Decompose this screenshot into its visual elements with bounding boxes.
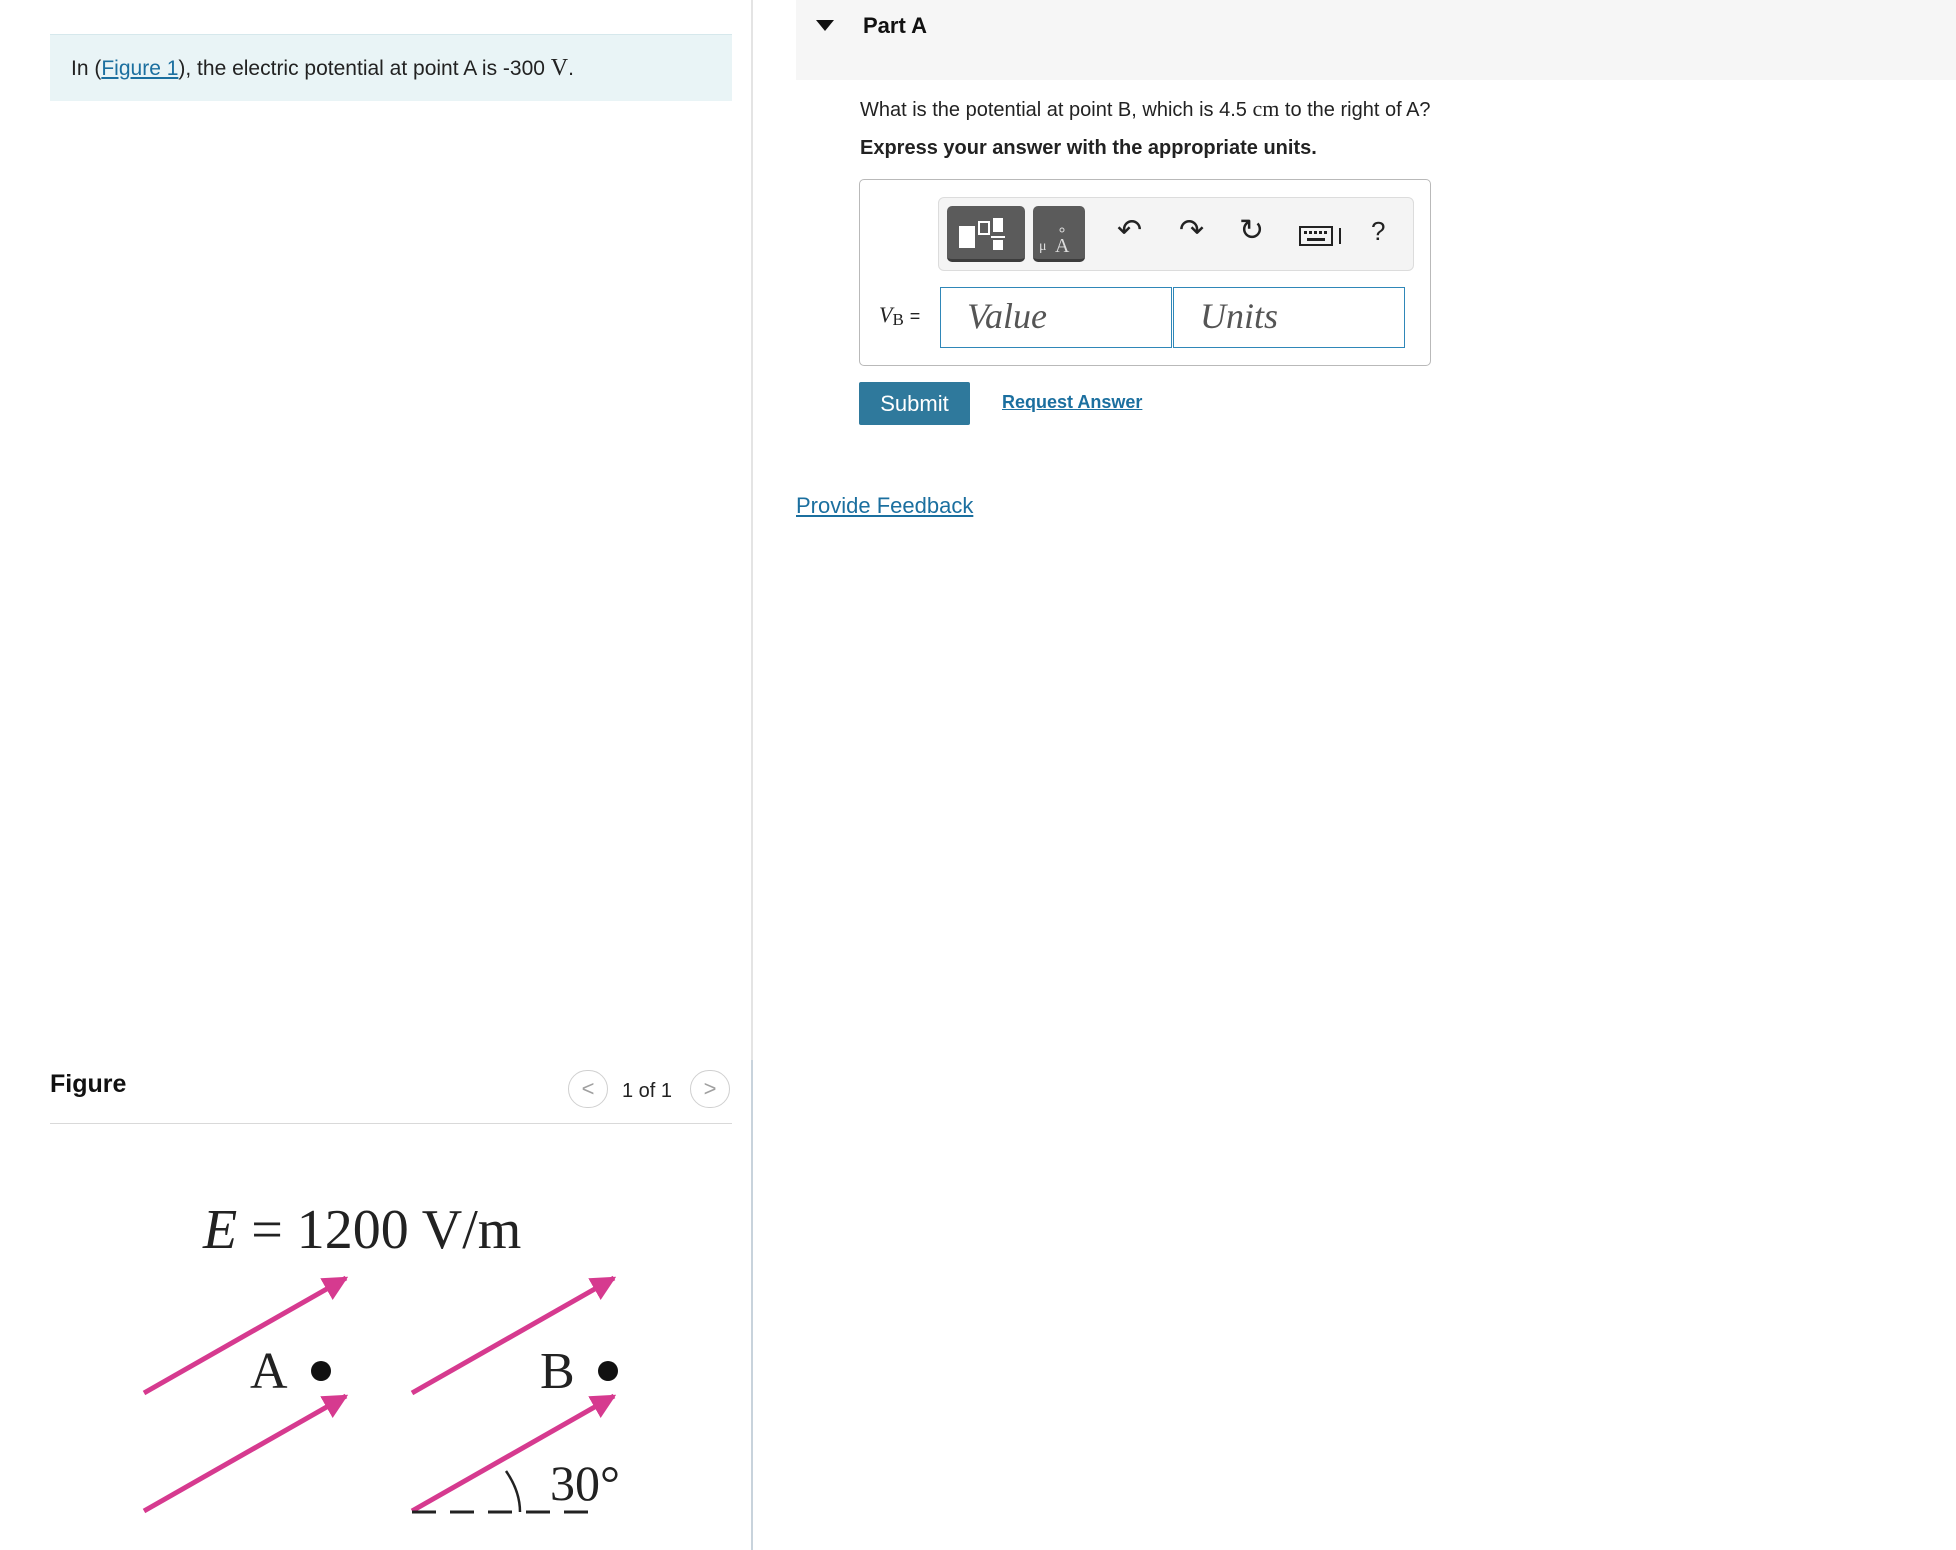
field-symbol: E bbox=[202, 1199, 237, 1261]
units-button[interactable]: μ A bbox=[1033, 206, 1085, 262]
templates-button[interactable] bbox=[947, 206, 1025, 262]
figure-header: Figure < 1 of 1 > bbox=[50, 1068, 732, 1124]
svg-text:μ: μ bbox=[1039, 239, 1047, 254]
problem-unit: V bbox=[550, 55, 569, 81]
point-b-dot bbox=[598, 1361, 618, 1381]
field-arrow bbox=[410, 1275, 617, 1396]
figure-title: Figure bbox=[50, 1070, 127, 1098]
problem-text: ), the electric potential at point A is … bbox=[178, 57, 551, 80]
reset-icon[interactable]: ↻ bbox=[1239, 216, 1264, 246]
submit-button[interactable]: Submit bbox=[859, 382, 970, 425]
left-panel: In (Figure 1), the electric potential at… bbox=[0, 0, 752, 1550]
help-icon[interactable]: ? bbox=[1371, 218, 1385, 244]
units-icon: μ A bbox=[1039, 227, 1070, 257]
redo-icon[interactable]: ↷ bbox=[1179, 216, 1204, 246]
math-toolbar: μ A ↶ ↷ ↻ ? bbox=[938, 197, 1414, 271]
value-input[interactable]: Value bbox=[940, 287, 1172, 348]
svg-text:A: A bbox=[1055, 235, 1070, 257]
collapse-caret-icon[interactable] bbox=[816, 20, 834, 31]
figure-page-count: 1 of 1 bbox=[622, 1080, 673, 1102]
units-input[interactable]: Units bbox=[1173, 287, 1405, 348]
provide-feedback-link[interactable]: Provide Feedback bbox=[796, 493, 973, 519]
request-answer-link[interactable]: Request Answer bbox=[1002, 392, 1142, 413]
variable-subscript: B bbox=[892, 310, 904, 329]
point-a-dot bbox=[311, 1361, 331, 1381]
electric-field-diagram: E = 1200 V/m A B 30° bbox=[142, 1199, 620, 1514]
next-figure-button[interactable]: > bbox=[690, 1070, 730, 1108]
question-suffix: to the right of A? bbox=[1279, 99, 1431, 121]
variable-symbol: V bbox=[879, 302, 893, 327]
problem-prefix: In ( bbox=[71, 57, 102, 80]
field-label: E = 1200 V/m bbox=[202, 1199, 521, 1261]
answer-box: μ A ↶ ↷ ↻ ? VB = Value Units bbox=[859, 179, 1431, 366]
chevron-right-icon: > bbox=[703, 1076, 717, 1101]
answer-variable-label: VB = bbox=[879, 302, 920, 330]
undo-icon[interactable]: ↶ bbox=[1117, 216, 1142, 246]
angle-arc bbox=[504, 1470, 522, 1513]
chevron-left-icon: < bbox=[581, 1076, 595, 1101]
question-prefix: What is the potential at point B, which … bbox=[860, 99, 1253, 121]
figure-link[interactable]: Figure 1 bbox=[101, 57, 178, 80]
keyboard-icon[interactable] bbox=[1299, 224, 1343, 248]
point-b-label: B bbox=[540, 1343, 575, 1400]
angle-label: 30° bbox=[550, 1455, 620, 1511]
field-value: = 1200 V/m bbox=[251, 1199, 521, 1261]
part-title: Part A bbox=[863, 13, 927, 38]
figure-image: E = 1200 V/m A B 30° bbox=[50, 1126, 732, 1550]
templates-icon bbox=[959, 218, 1005, 250]
previous-figure-button[interactable]: < bbox=[568, 1070, 608, 1108]
question-unit: cm bbox=[1252, 96, 1280, 121]
question-text: What is the potential at point B, which … bbox=[860, 96, 1431, 122]
point-a-label: A bbox=[250, 1343, 288, 1400]
panel-divider-accent bbox=[751, 1060, 753, 1550]
part-a-header[interactable]: Part A bbox=[796, 0, 1956, 80]
problem-end: . bbox=[568, 57, 574, 80]
problem-statement: In (Figure 1), the electric potential at… bbox=[50, 34, 732, 101]
field-arrow bbox=[142, 1393, 349, 1514]
equals-sign: = bbox=[909, 306, 921, 326]
answer-instruction: Express your answer with the appropriate… bbox=[860, 137, 1317, 159]
